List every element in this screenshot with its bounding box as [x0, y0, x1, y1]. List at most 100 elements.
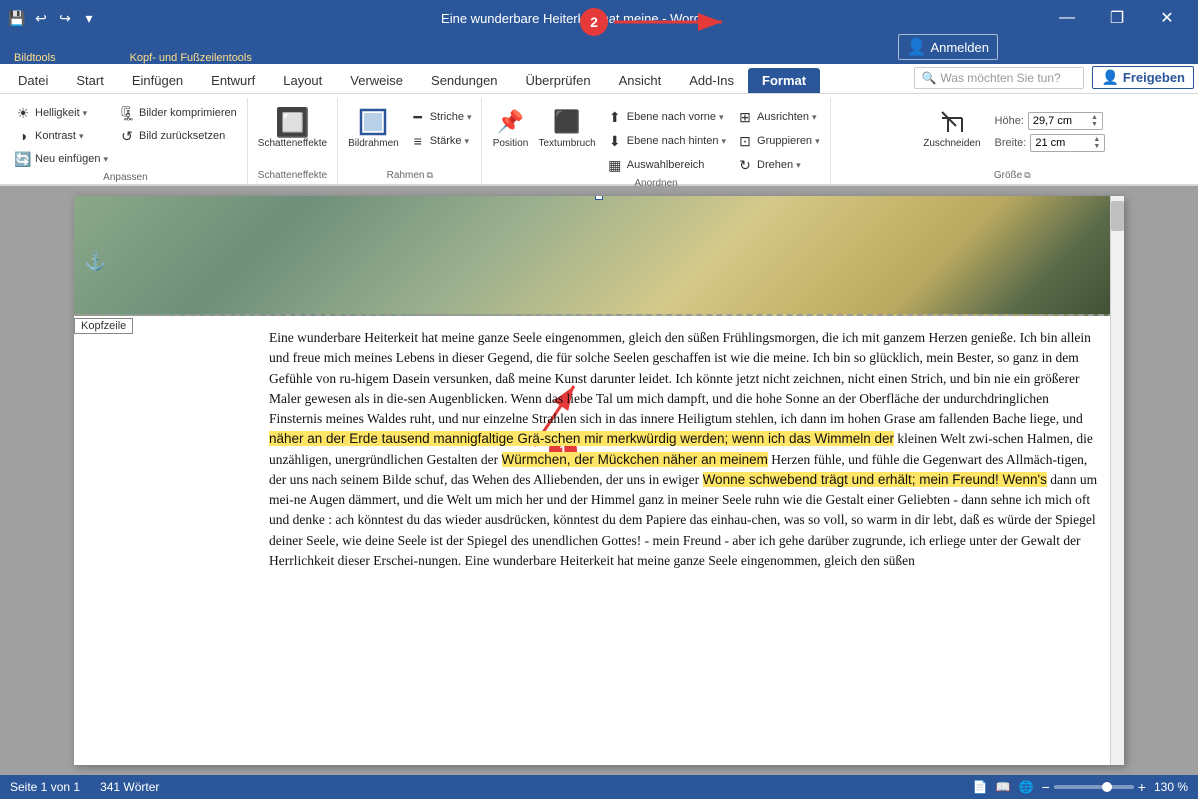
hoehe-input[interactable]: 29,7 cm ▲▼: [1028, 112, 1103, 130]
tab-datei[interactable]: Datei: [4, 68, 62, 93]
view-web-icon[interactable]: 🌐: [1019, 780, 1034, 794]
save-icon[interactable]: 💾: [8, 9, 26, 27]
zoom-thumb: [1102, 782, 1112, 792]
tab-ueberprufen[interactable]: Überprüfen: [512, 68, 605, 93]
schatteneffekte-icon: 🔲: [276, 106, 308, 138]
tab-entwurf[interactable]: Entwurf: [197, 68, 269, 93]
document-area: ⚓ 1 Kopfzeile Eine wunderbare Heiterkeit…: [0, 186, 1198, 775]
word-count: 341 Wörter: [100, 780, 159, 794]
zuschneiden-icon: [936, 106, 968, 138]
view-normal-icon[interactable]: 📄: [973, 780, 988, 794]
ebene-hinten-icon: ⬇: [606, 132, 624, 150]
textumbruch-button[interactable]: ⬛ Textumbruch: [534, 102, 599, 153]
bildrahmen-icon: [357, 106, 389, 138]
title-bar-center: Eine wunderbare Heiterkeit hat meine - W…: [98, 11, 1044, 26]
gruppieren-icon: ⊡: [736, 132, 754, 150]
breite-input[interactable]: 21 cm ▲▼: [1030, 134, 1105, 152]
drehen-icon: ↻: [736, 156, 754, 174]
ebene-hinten-button[interactable]: ⬇ Ebene nach hinten ▾: [602, 130, 730, 152]
neu-einfuegen-button[interactable]: 🔄 Neu einfügen ▾: [10, 148, 112, 170]
kontrast-icon: ◑: [14, 127, 32, 145]
annotation-2-container: 2: [580, 8, 734, 36]
kopf-fusszeilen-label: Kopf- und Fußzeilentools: [124, 52, 258, 64]
breite-label: Breite:: [995, 137, 1027, 149]
kontrast-button[interactable]: ◑ Kontrast ▾: [10, 125, 112, 147]
ausrichten-icon: ⊞: [736, 108, 754, 126]
scrollbar[interactable]: [1110, 196, 1124, 765]
header-image[interactable]: ⚓ 1: [74, 196, 1124, 316]
ebene-vorne-icon: ⬆: [606, 108, 624, 126]
document-page: ⚓ 1 Kopfzeile Eine wunderbare Heiterkeit…: [74, 196, 1124, 765]
schatteneffekte-button[interactable]: 🔲 Schatteneffekte: [254, 102, 331, 153]
groesse-label: Größe ⧉: [837, 168, 1188, 184]
rahmen-expand-icon[interactable]: ⧉: [426, 170, 432, 181]
tab-addins[interactable]: Add-Ins: [675, 68, 748, 93]
gruppieren-button[interactable]: ⊡ Gruppieren ▾: [732, 130, 824, 152]
status-bar-right: 📄 📖 🌐 − + 130 %: [973, 779, 1188, 795]
rahmen-group: Bildrahmen ━ Striche ▾ ≡ Stärke ▾ Rahmen…: [338, 98, 482, 184]
position-icon: 📌: [494, 106, 526, 138]
striche-button[interactable]: ━ Striche ▾: [405, 106, 476, 128]
zoom-in-icon[interactable]: +: [1138, 779, 1146, 795]
staerke-icon: ≡: [409, 132, 427, 150]
tab-format[interactable]: Format: [748, 68, 820, 93]
position-button[interactable]: 📌 Position: [488, 102, 532, 153]
breite-control: Breite: 21 cm ▲▼: [995, 134, 1106, 152]
zoom-out-icon[interactable]: −: [1042, 779, 1050, 795]
anordnen-items: 📌 Position ⬛ Textumbruch ⬆ Ebene nach vo…: [488, 100, 823, 176]
annotation-2: 2: [580, 8, 608, 36]
anpassen-label: Anpassen: [10, 170, 241, 186]
tab-start[interactable]: Start: [62, 68, 117, 93]
staerke-button[interactable]: ≡ Stärke ▾: [405, 130, 476, 152]
freigeben-button[interactable]: 👤 Freigeben: [1092, 66, 1194, 89]
schatteneffekte-group: 🔲 Schatteneffekte Schatteneffekte: [248, 98, 338, 184]
hoehe-label: Höhe:: [995, 115, 1024, 127]
search-box[interactable]: 🔍 Was möchten Sie tun?: [914, 67, 1084, 89]
bildtools-label: Bildtools: [8, 52, 62, 64]
status-bar: Seite 1 von 1 341 Wörter 📄 📖 🌐 − + 130 %: [0, 775, 1198, 799]
annotation-2-arrow: [614, 10, 734, 34]
auswahlbereich-button[interactable]: ▦ Auswahlbereich: [602, 154, 730, 176]
schatteneffekte-label: Schatteneffekte: [254, 168, 331, 184]
anchor-icon: ⚓: [84, 251, 106, 272]
groesse-expand-icon[interactable]: ⧉: [1024, 170, 1030, 181]
undo-icon[interactable]: ↩: [32, 9, 50, 27]
ebene-vorne-button[interactable]: ⬆ Ebene nach vorne ▾: [602, 106, 730, 128]
zuschneiden-button[interactable]: Zuschneiden: [919, 102, 984, 153]
redo-icon[interactable]: ↪: [56, 9, 74, 27]
tab-layout[interactable]: Layout: [269, 68, 336, 93]
minimize-button[interactable]: —: [1044, 0, 1090, 36]
title-bar-right: — ❐ ✕: [1044, 0, 1190, 36]
neu-einfuegen-icon: 🔄: [14, 150, 32, 168]
groesse-group: Zuschneiden Höhe: 29,7 cm ▲▼ Breite: 21 …: [831, 98, 1194, 184]
tab-sendungen[interactable]: Sendungen: [417, 68, 512, 93]
ribbon-content: ☀ Helligkeit ▾ ◑ Kontrast ▾ 🔄 Neu einfüg…: [0, 94, 1198, 186]
rahmen-label: Rahmen ⧉: [344, 168, 475, 184]
bilder-komprimieren-button[interactable]: 🗜 Bilder komprimieren: [114, 102, 241, 124]
zoom-control[interactable]: − +: [1042, 779, 1146, 795]
tab-einfuegen[interactable]: Einfügen: [118, 68, 197, 93]
anmelden-button[interactable]: 👤 Anmelden: [898, 34, 998, 60]
page-indicator: Seite 1 von 1: [10, 780, 80, 794]
breite-spinner[interactable]: ▲▼: [1093, 136, 1100, 150]
textumbruch-icon: ⬛: [551, 106, 583, 138]
tab-verweise[interactable]: Verweise: [336, 68, 417, 93]
hoehe-spinner[interactable]: ▲▼: [1091, 114, 1098, 128]
anpassen-items: ☀ Helligkeit ▾ ◑ Kontrast ▾ 🔄 Neu einfüg…: [10, 100, 241, 170]
drehen-button[interactable]: ↻ Drehen ▾: [732, 154, 824, 176]
view-read-icon[interactable]: 📖: [996, 780, 1011, 794]
striche-icon: ━: [409, 108, 427, 126]
close-button[interactable]: ✕: [1144, 0, 1190, 36]
ausrichten-button[interactable]: ⊞ Ausrichten ▾: [732, 106, 824, 128]
ribbon-tabs: Datei Start Einfügen Entwurf Layout Verw…: [0, 64, 1198, 94]
tab-ansicht[interactable]: Ansicht: [605, 68, 676, 93]
bild-zuruecksetzen-button[interactable]: ↺ Bild zurücksetzen: [114, 125, 241, 147]
zoom-level: 130 %: [1154, 780, 1188, 794]
hoehe-control: Höhe: 29,7 cm ▲▼: [995, 112, 1106, 130]
zoom-slider[interactable]: [1054, 785, 1134, 789]
restore-button[interactable]: ❐: [1094, 0, 1140, 36]
bildrahmen-button[interactable]: Bildrahmen: [344, 102, 403, 153]
helligkeit-button[interactable]: ☀ Helligkeit ▾: [10, 102, 112, 124]
groesse-items: Zuschneiden Höhe: 29,7 cm ▲▼ Breite: 21 …: [919, 100, 1105, 168]
more-icon[interactable]: ▾: [80, 9, 98, 27]
